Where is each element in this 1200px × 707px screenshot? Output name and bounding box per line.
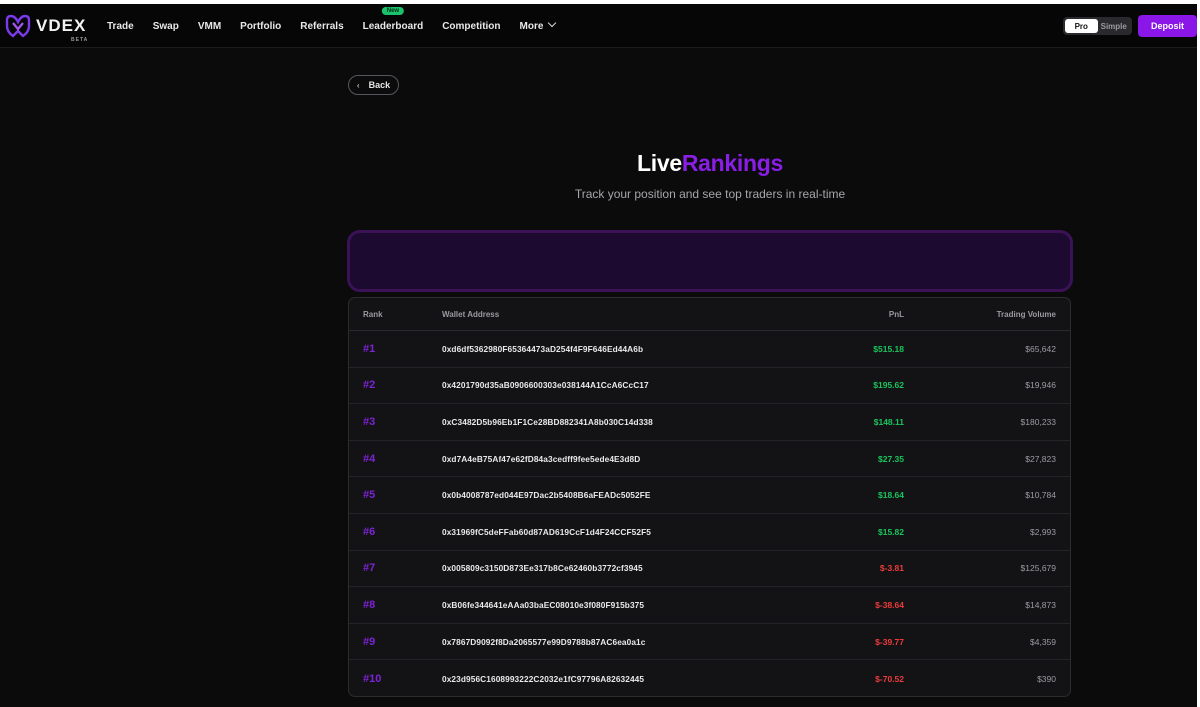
nav-portfolio[interactable]: Portfolio bbox=[240, 21, 281, 32]
back-label: Back bbox=[368, 80, 391, 90]
user-position-banner bbox=[347, 230, 1073, 292]
leaderboard-table: Rank Wallet Address PnL Trading Volume #… bbox=[348, 297, 1071, 697]
table-row[interactable]: #8 0xB06fe344641eAAa03baEC08010e3f080F91… bbox=[349, 587, 1070, 624]
header-rank: Rank bbox=[363, 309, 383, 319]
nav-vmm[interactable]: VMM bbox=[198, 21, 221, 32]
rank-cell: #10 bbox=[363, 672, 382, 685]
wallet-cell: 0x005809c3150D873Ee317b8Ce62460b3772cf39… bbox=[442, 563, 643, 574]
table-row[interactable]: #4 0xd7A4eB75Af47e62fD84a3cedff9fee5ede4… bbox=[349, 441, 1070, 478]
volume-cell: $125,679 bbox=[1020, 563, 1056, 574]
page-title-live: Live bbox=[637, 150, 682, 176]
pnl-cell: $-39.77 bbox=[875, 636, 904, 647]
table-row[interactable]: #2 0x4201790d35aB0906600303e038144A1CcA6… bbox=[349, 368, 1070, 405]
mode-pro-option[interactable]: Pro bbox=[1065, 19, 1098, 33]
volume-cell: $2,993 bbox=[1030, 526, 1056, 537]
volume-cell: $14,873 bbox=[1025, 599, 1056, 610]
table-row[interactable]: #5 0x0b4008787ed044E97Dac2b5408B6aFEADc5… bbox=[349, 477, 1070, 514]
pnl-cell: $-38.64 bbox=[875, 599, 904, 610]
nav-leaderboard[interactable]: Leaderboard New bbox=[362, 6, 424, 32]
pnl-cell: $515.18 bbox=[873, 343, 904, 354]
nav-competition[interactable]: Competition bbox=[442, 21, 500, 32]
wallet-cell: 0xB06fe344641eAAa03baEC08010e3f080F915b3… bbox=[442, 599, 645, 610]
page-title-rankings: Rankings bbox=[681, 150, 783, 176]
table-row[interactable]: #9 0x7867D9092f8Da2065577e99D9788b87AC6e… bbox=[349, 624, 1070, 661]
nav-trade[interactable]: Trade bbox=[107, 21, 134, 32]
table-row[interactable]: #10 0x23d956C1608993222C2032e1fC97796A82… bbox=[349, 660, 1070, 696]
new-badge: New bbox=[381, 6, 405, 15]
logo-text: VDEX BETA bbox=[36, 16, 89, 43]
wallet-cell: 0x23d956C1608993222C2032e1fC97796A826324… bbox=[442, 673, 645, 684]
pnl-cell: $18.64 bbox=[878, 490, 904, 501]
volume-cell: $390 bbox=[1037, 673, 1056, 684]
rank-cell: #4 bbox=[363, 452, 376, 465]
rank-cell: #5 bbox=[363, 489, 376, 502]
table-row[interactable]: #7 0x005809c3150D873Ee317b8Ce62460b3772c… bbox=[349, 551, 1070, 588]
rank-cell: #8 bbox=[363, 598, 376, 611]
mode-toggle: Pro Simple bbox=[1063, 17, 1132, 35]
logo[interactable]: VDEX BETA bbox=[4, 14, 89, 43]
volume-cell: $19,946 bbox=[1025, 380, 1056, 391]
pnl-cell: $195.62 bbox=[873, 380, 904, 391]
rank-cell: #2 bbox=[363, 379, 376, 392]
deposit-button[interactable]: Deposit bbox=[1138, 15, 1197, 37]
back-button[interactable]: ‹ Back bbox=[348, 75, 399, 95]
nav-referrals[interactable]: Referrals bbox=[300, 21, 343, 32]
rank-cell: #7 bbox=[363, 562, 376, 575]
header-pnl: PnL bbox=[888, 309, 904, 319]
pnl-cell: $27.35 bbox=[878, 453, 904, 464]
rank-cell: #1 bbox=[363, 342, 376, 355]
pnl-cell: $-3.81 bbox=[879, 563, 904, 574]
table-row[interactable]: #3 0xC3482D5b96Eb1F1Ce28BD882341A8b030C1… bbox=[349, 404, 1070, 441]
wallet-cell: 0xC3482D5b96Eb1F1Ce28BD882341A8b030C14d3… bbox=[442, 416, 653, 427]
mode-simple-option[interactable]: Simple bbox=[1098, 19, 1131, 33]
volume-cell: $4,359 bbox=[1030, 636, 1056, 647]
header-volume: Trading Volume bbox=[996, 309, 1056, 319]
volume-cell: $180,233 bbox=[1020, 416, 1056, 427]
wallet-cell: 0x4201790d35aB0906600303e038144A1CcA6CcC… bbox=[442, 380, 649, 391]
pnl-cell: $-70.52 bbox=[875, 673, 904, 684]
wallet-cell: 0xd6df5362980F65364473aD254f4F9F646Ed44A… bbox=[442, 343, 644, 354]
volume-cell: $27,823 bbox=[1025, 453, 1056, 464]
chevron-down-icon bbox=[548, 18, 557, 27]
header-wallet: Wallet Address bbox=[442, 309, 500, 319]
volume-cell: $65,642 bbox=[1025, 343, 1056, 354]
table-header: Rank Wallet Address PnL Trading Volume bbox=[349, 298, 1070, 331]
pnl-cell: $15.82 bbox=[878, 526, 904, 537]
wallet-cell: 0x7867D9092f8Da2065577e99D9788b87AC6ea0a… bbox=[442, 636, 646, 647]
wallet-cell: 0x31969fC5deFFab60d87AD619CcF1d4F24CCF52… bbox=[442, 526, 651, 537]
top-navbar: VDEX BETA Trade Swap VMM Portfolio Referr… bbox=[0, 4, 1197, 48]
nav-leaderboard-label: Leaderboard bbox=[362, 20, 424, 32]
nav-more[interactable]: More bbox=[519, 18, 557, 32]
chevron-left-icon: ‹ bbox=[356, 80, 360, 90]
page-subtitle: Track your position and see top traders … bbox=[574, 187, 846, 201]
vdex-logo-icon bbox=[5, 14, 31, 38]
page-title: LiveRankings bbox=[0, 150, 1200, 177]
pnl-cell: $148.11 bbox=[873, 416, 904, 427]
rank-cell: #3 bbox=[363, 415, 376, 428]
table-row[interactable]: #6 0x31969fC5deFFab60d87AD619CcF1d4F24CC… bbox=[349, 514, 1070, 551]
volume-cell: $10,784 bbox=[1025, 490, 1056, 501]
wallet-cell: 0x0b4008787ed044E97Dac2b5408B6aFEADc5052… bbox=[442, 490, 651, 501]
nav-swap[interactable]: Swap bbox=[153, 21, 179, 32]
table-row[interactable]: #1 0xd6df5362980F65364473aD254f4F9F646Ed… bbox=[349, 331, 1070, 368]
main-nav: Trade Swap VMM Portfolio Referrals Leade… bbox=[107, 4, 574, 48]
logo-beta-tag: BETA bbox=[71, 37, 89, 43]
rank-cell: #6 bbox=[363, 525, 376, 538]
nav-more-label: More bbox=[519, 20, 544, 32]
wallet-cell: 0xd7A4eB75Af47e62fD84a3cedff9fee5ede4E3d… bbox=[442, 453, 641, 464]
rank-cell: #9 bbox=[363, 635, 376, 648]
